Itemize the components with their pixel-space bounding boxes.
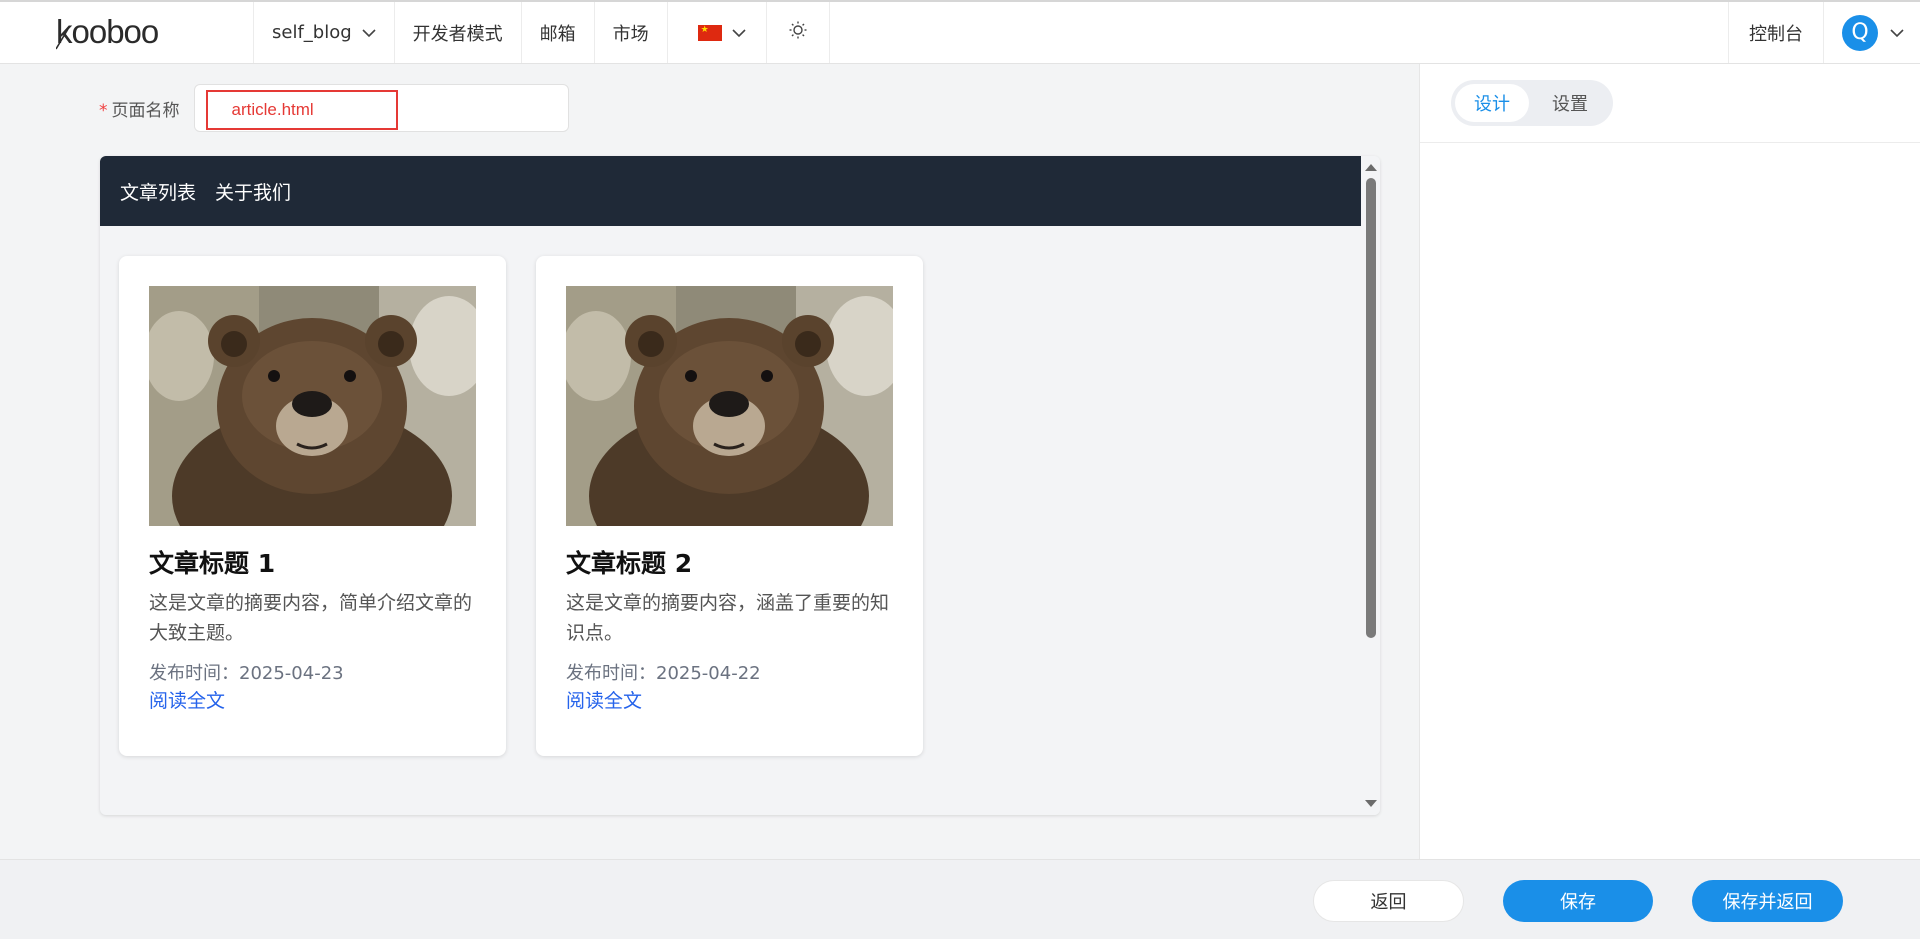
nav-mail[interactable]: 邮箱 xyxy=(522,2,595,63)
scroll-up-arrow-icon[interactable] xyxy=(1365,164,1377,171)
panel-tab-switch: 设计 设置 xyxy=(1451,80,1613,126)
bear-photo xyxy=(566,286,893,526)
nav-console-label: 控制台 xyxy=(1749,23,1803,45)
tab-design[interactable]: 设计 xyxy=(1455,84,1529,122)
preview-nav-article-list[interactable]: 文章列表 xyxy=(120,178,196,205)
language-selector[interactable]: ★ xyxy=(668,2,767,63)
article-card: 文章标题 2 这是文章的摘要内容，涵盖了重要的知识点。 发布时间：2025-04… xyxy=(536,256,923,756)
page-name-field[interactable]: article.html xyxy=(193,84,569,132)
avatar: Q xyxy=(1842,14,1878,51)
chevron-down-icon xyxy=(732,22,746,43)
page-name-label: * 页面名称 xyxy=(99,96,180,121)
kooboo-logo[interactable]: kooboo xyxy=(0,2,254,63)
page-preview-frame: 文章列表 关于我们 文章标题 1 这是文章的摘要内容，简单介绍文章的大致主题。 … xyxy=(100,156,1380,815)
site-selector-label: self_blog xyxy=(272,22,352,43)
action-footer: 返回 保存 保存并返回 xyxy=(0,859,1920,939)
tab-settings[interactable]: 设置 xyxy=(1533,84,1607,122)
nav-console[interactable]: 控制台 xyxy=(1728,2,1823,63)
scroll-down-arrow-icon[interactable] xyxy=(1365,800,1377,807)
page-name-label-text: 页面名称 xyxy=(111,100,180,121)
back-button[interactable]: 返回 xyxy=(1313,880,1464,922)
china-flag-icon: ★ xyxy=(697,24,722,41)
nav-market-label: 市场 xyxy=(612,23,649,45)
read-more-link[interactable]: 阅读全文 xyxy=(149,688,225,714)
article-title: 文章标题 1 xyxy=(149,549,276,578)
design-workspace: * 页面名称 article.html 文章列表 关于我们 文章标题 1 这是文… xyxy=(0,64,1419,859)
preview-navbar: 文章列表 关于我们 xyxy=(100,156,1361,226)
chevron-down-icon xyxy=(1890,22,1904,43)
article-summary: 这是文章的摘要内容，简单介绍文章的大致主题。 xyxy=(149,592,473,644)
kooboo-logo-icon: kooboo xyxy=(56,15,159,50)
topbar-right-group: 控制台 Q xyxy=(1728,2,1920,63)
scroll-thumb[interactable] xyxy=(1366,178,1376,638)
theme-toggle[interactable] xyxy=(767,2,830,63)
article-date: 发布时间：2025-04-23 xyxy=(149,663,344,684)
article-card: 文章标题 1 这是文章的摘要内容，简单介绍文章的大致主题。 发布时间：2025-… xyxy=(119,256,506,756)
save-and-back-button[interactable]: 保存并返回 xyxy=(1692,880,1843,922)
sun-icon xyxy=(789,21,807,44)
article-title: 文章标题 2 xyxy=(566,549,693,578)
nav-dev-mode-label: 开发者模式 xyxy=(412,23,503,45)
site-selector[interactable]: self_blog xyxy=(254,2,395,63)
preview-scrollbar[interactable] xyxy=(1361,156,1380,815)
preview-nav-about-us[interactable]: 关于我们 xyxy=(215,178,291,205)
page-name-row: * 页面名称 article.html xyxy=(99,84,569,132)
save-button[interactable]: 保存 xyxy=(1503,880,1653,922)
nav-market[interactable]: 市场 xyxy=(595,2,668,63)
top-navigation-bar: kooboo self_blog 开发者模式 邮箱 市场 ★ 控制台 Q xyxy=(0,0,1920,64)
nav-dev-mode[interactable]: 开发者模式 xyxy=(395,2,522,63)
svg-text:kooboo: kooboo xyxy=(56,15,158,50)
article-summary: 这是文章的摘要内容，涵盖了重要的知识点。 xyxy=(566,592,890,644)
page-name-input[interactable]: article.html xyxy=(205,90,398,130)
required-mark: * xyxy=(99,100,108,121)
properties-panel: 设计 设置 xyxy=(1419,64,1920,859)
bear-photo xyxy=(149,286,476,526)
nav-mail-label: 邮箱 xyxy=(539,23,576,45)
read-more-link[interactable]: 阅读全文 xyxy=(566,688,642,714)
article-date: 发布时间：2025-04-22 xyxy=(566,663,761,684)
chevron-down-icon xyxy=(362,22,376,43)
user-menu[interactable]: Q xyxy=(1823,2,1920,63)
panel-divider xyxy=(1420,142,1920,143)
